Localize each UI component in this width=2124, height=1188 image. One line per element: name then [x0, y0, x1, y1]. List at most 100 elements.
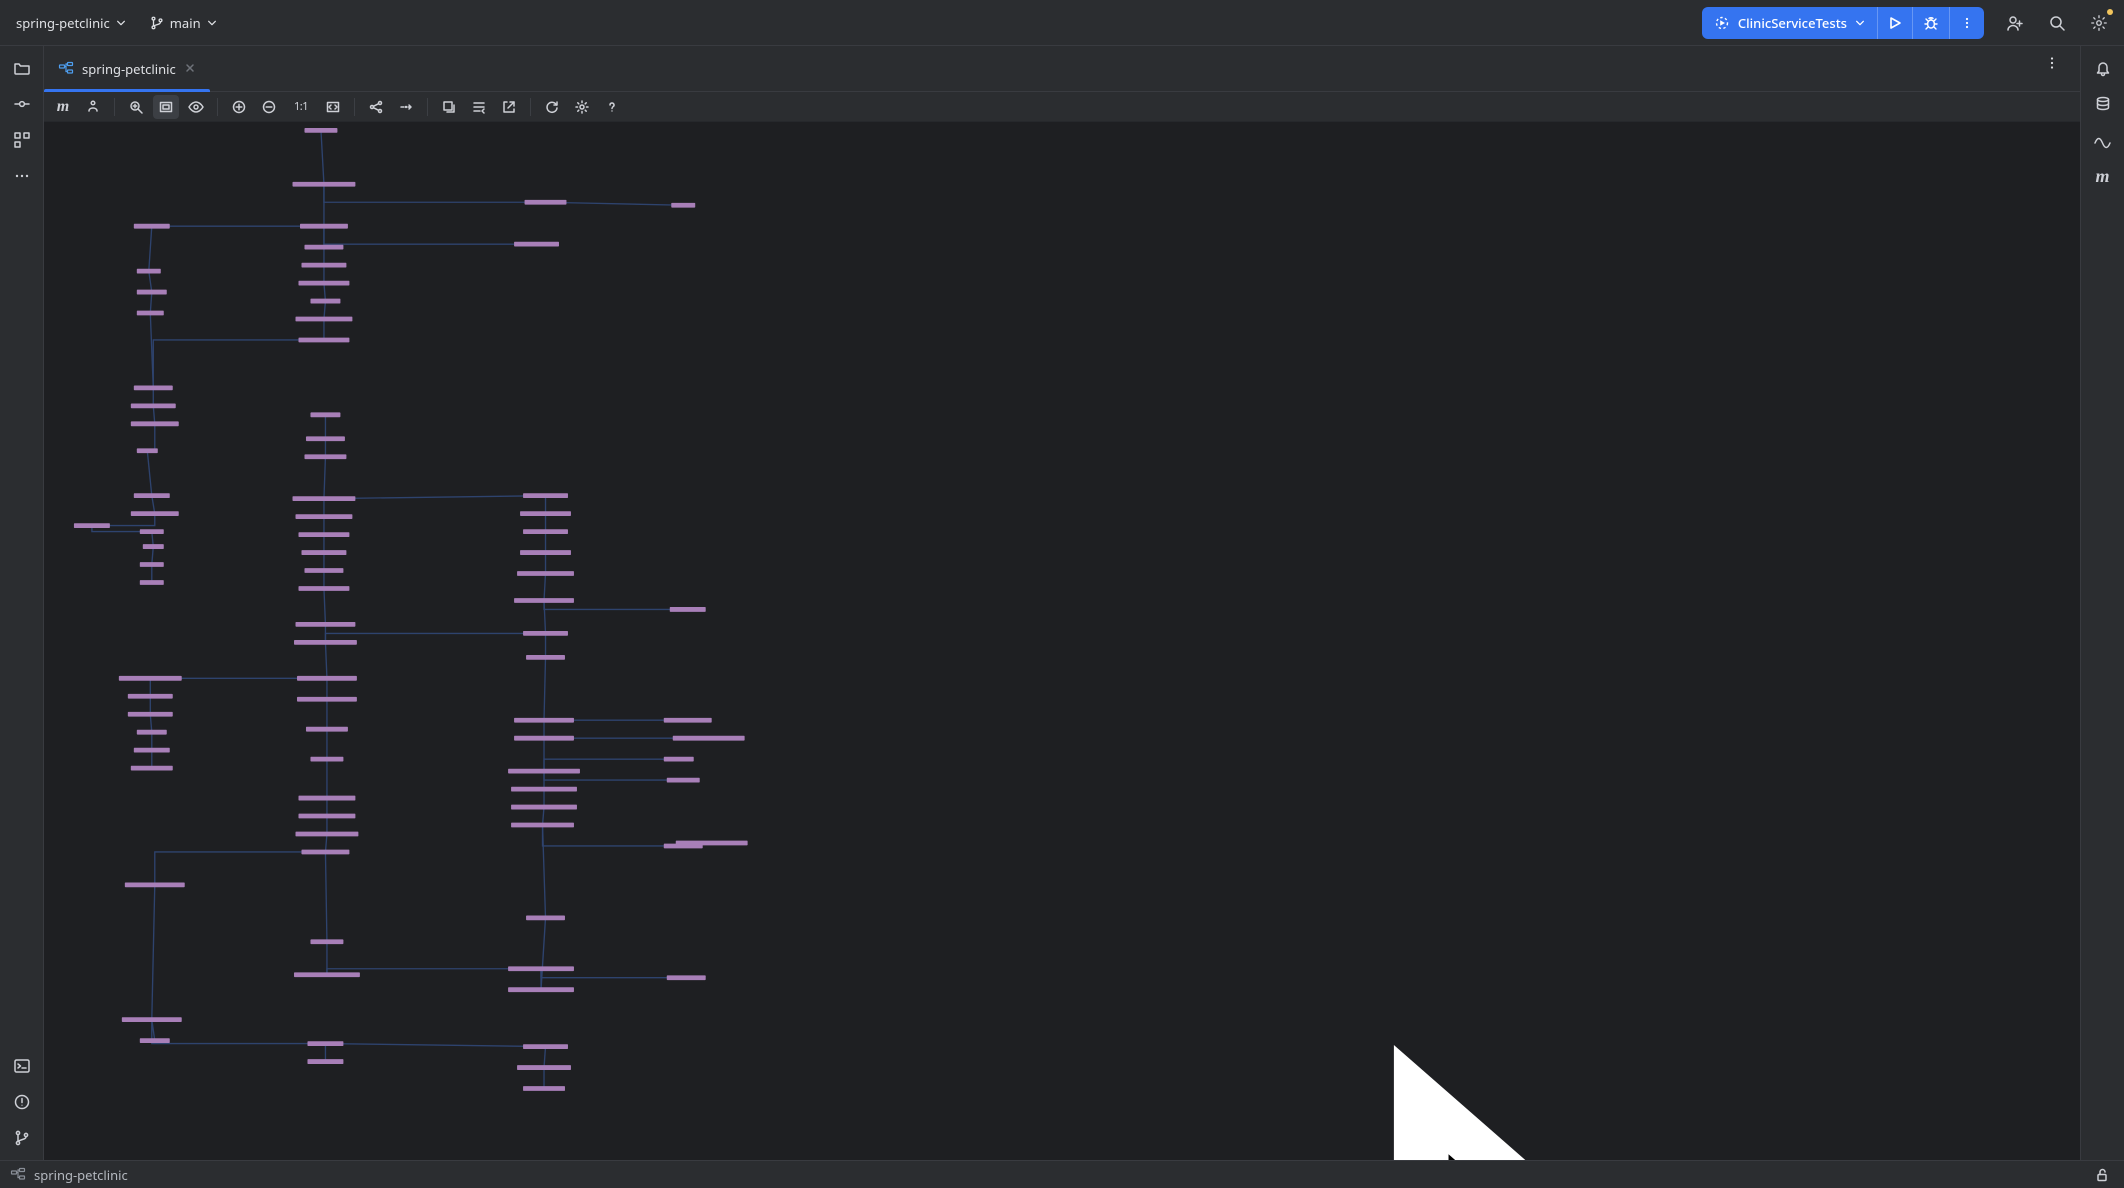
zoom-ratio-label: 1:1: [294, 99, 308, 114]
fit-screen-icon: [158, 99, 174, 115]
dt-refresh-button[interactable]: [539, 95, 565, 119]
layers-icon: [441, 99, 457, 115]
tab-close-button[interactable]: [184, 60, 196, 78]
refresh-icon: [544, 99, 560, 115]
tw-git-button[interactable]: [6, 1122, 38, 1154]
dt-zoom-in-mag-button[interactable]: [123, 95, 149, 119]
dt-zoom-out-button[interactable]: [256, 95, 282, 119]
dt-fit-content-button[interactable]: [320, 95, 346, 119]
run-target-icon: [1714, 15, 1730, 31]
tw-terminal-button[interactable]: [6, 1050, 38, 1082]
tw-more-button[interactable]: [6, 160, 38, 192]
more-horizontal-icon: [13, 167, 31, 185]
eye-icon: [187, 99, 205, 115]
tw-database-button[interactable]: [2087, 88, 2119, 120]
tw-maven-button[interactable]: m: [2087, 160, 2119, 192]
maven-m-icon: m: [2095, 167, 2109, 185]
bell-icon: [2094, 59, 2112, 77]
bug-icon: [1923, 15, 1939, 31]
git-branch-icon: [13, 1129, 31, 1147]
more-vertical-icon: [1960, 16, 1974, 30]
diagram-canvas[interactable]: [44, 122, 2080, 1160]
chevron-down-icon: [116, 18, 126, 28]
dt-snap-button[interactable]: [393, 95, 419, 119]
tw-coverage-button[interactable]: [2087, 124, 2119, 156]
terminal-icon: [13, 1057, 31, 1075]
run-config-selector[interactable]: ClinicServiceTests: [1702, 7, 1877, 39]
run-more-button[interactable]: [1949, 7, 1984, 39]
branch-name-label: main: [170, 14, 201, 32]
hierarchy-person-icon: [85, 99, 101, 115]
list-collapse-icon: [471, 99, 487, 115]
share-nodes-icon: [368, 99, 384, 115]
dt-key-concepts-button[interactable]: [80, 95, 106, 119]
tab-spring-petclinic-diagram[interactable]: spring-petclinic: [44, 46, 210, 91]
maven-diagram-icon: [58, 61, 74, 77]
dt-eye-button[interactable]: [183, 95, 209, 119]
dt-fit-button[interactable]: [153, 95, 179, 119]
tw-notifications-button[interactable]: [2087, 52, 2119, 84]
dt-zoom-in-button[interactable]: [226, 95, 252, 119]
project-name-label: spring-petclinic: [16, 14, 110, 32]
commit-icon: [13, 95, 31, 113]
gear-icon: [2090, 14, 2108, 32]
ide-settings-button[interactable]: [2082, 6, 2116, 40]
status-bar: spring-petclinic: [0, 1160, 2124, 1188]
left-toolwindow-stripe: [0, 46, 44, 1160]
settings-notification-dot: [2107, 9, 2113, 15]
help-icon: [604, 99, 620, 115]
tab-label: spring-petclinic: [82, 60, 176, 78]
maven-m-icon: m: [57, 99, 69, 115]
run-button[interactable]: [1877, 7, 1912, 39]
play-icon: [1888, 16, 1902, 30]
project-selector[interactable]: spring-petclinic: [8, 10, 134, 36]
magnify-plus-icon: [128, 99, 144, 115]
dt-open-new-button[interactable]: [496, 95, 522, 119]
add-user-icon: [2005, 13, 2025, 33]
dt-maven-button[interactable]: m: [50, 95, 76, 119]
branch-selector[interactable]: main: [142, 10, 225, 36]
minus-circle-icon: [261, 99, 277, 115]
dt-route-button[interactable]: [363, 95, 389, 119]
fit-content-icon: [325, 99, 341, 115]
run-config-label: ClinicServiceTests: [1738, 14, 1847, 32]
diagram-svg: [44, 122, 2080, 1160]
statusbar-breadcrumb[interactable]: spring-petclinic: [34, 1166, 128, 1184]
titlebar: spring-petclinic main ClinicServiceTests: [0, 0, 2124, 46]
dt-layers-button[interactable]: [436, 95, 462, 119]
tw-commit-button[interactable]: [6, 88, 38, 120]
database-icon: [2094, 95, 2112, 113]
open-external-icon: [501, 99, 517, 115]
search-everywhere-button[interactable]: [2040, 6, 2074, 40]
more-vertical-icon: [2044, 55, 2060, 71]
structure-icon: [13, 131, 31, 149]
diagram-toolbar: m: [44, 92, 2080, 122]
dt-collapse-button[interactable]: [466, 95, 492, 119]
plus-circle-icon: [231, 99, 247, 115]
tw-project-button[interactable]: [6, 52, 38, 84]
folder-icon: [13, 59, 31, 77]
tw-problems-button[interactable]: [6, 1086, 38, 1118]
dt-zoom-1-1-button[interactable]: 1:1: [286, 95, 316, 119]
statusbar-locks-button[interactable]: [2090, 1163, 2114, 1187]
code-with-me-button[interactable]: [1998, 6, 2032, 40]
tw-structure-button[interactable]: [6, 124, 38, 156]
debug-button[interactable]: [1912, 7, 1949, 39]
editor-more-button[interactable]: [2044, 55, 2072, 83]
git-branch-icon: [150, 16, 164, 30]
lock-open-icon: [2094, 1167, 2110, 1183]
warning-circle-icon: [13, 1093, 31, 1111]
dt-settings-button[interactable]: [569, 95, 595, 119]
chevron-down-icon: [207, 18, 217, 28]
run-widget: ClinicServiceTests: [1702, 7, 1984, 39]
gear-icon: [574, 99, 590, 115]
right-toolwindow-stripe: m: [2080, 46, 2124, 1160]
editor-tabs: spring-petclinic: [44, 46, 2080, 92]
snap-icon: [398, 99, 414, 115]
chevron-down-icon: [1855, 18, 1865, 28]
dt-help-button[interactable]: [599, 95, 625, 119]
close-icon: [184, 62, 196, 74]
wave-chart-icon: [2093, 131, 2113, 149]
maven-diagram-icon: [10, 1167, 26, 1183]
search-icon: [2048, 14, 2066, 32]
